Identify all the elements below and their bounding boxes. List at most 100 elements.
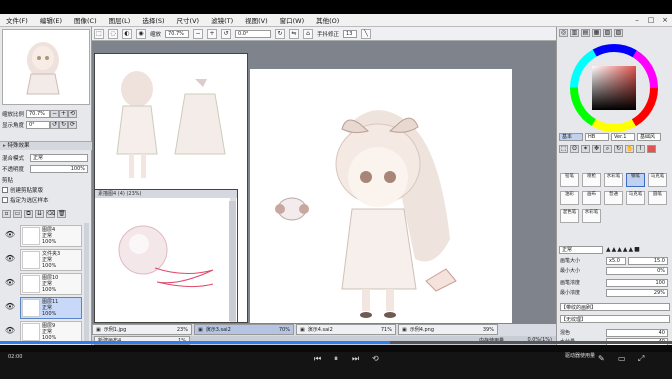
menu-item-1[interactable]: 编辑(E)	[34, 15, 68, 25]
angle-field[interactable]: 0.0°	[235, 29, 272, 38]
copy-layer-icon[interactable]: ⧉	[24, 209, 33, 218]
invert-icon[interactable]: ◐	[122, 28, 132, 39]
screen-icon[interactable]: ▭	[618, 354, 626, 363]
rotate-right-button[interactable]: ↻	[59, 120, 68, 129]
maximize-icon[interactable]: □	[646, 15, 656, 25]
scratch-mode-icon[interactable]: ▨	[614, 29, 623, 37]
menu-item-6[interactable]: 滤镜(T)	[205, 15, 239, 25]
layer-item[interactable]: 图层11 正常 100%	[20, 297, 82, 319]
brush-size-mult[interactable]: x5.0	[606, 257, 626, 265]
document-tab[interactable]: ▣ 演示3.sai2 70%	[194, 324, 294, 335]
stabilizer-field[interactable]: 13	[343, 29, 358, 38]
layer-visibility-icon[interactable]: 👁	[4, 326, 16, 338]
new-folder-icon[interactable]: ▭	[13, 209, 22, 218]
prev-icon[interactable]: ⏮	[314, 354, 321, 364]
document-tab[interactable]: ▣ 示例4.png 39%	[398, 324, 498, 335]
rgb-mode-icon[interactable]: ▥	[570, 29, 579, 37]
brush-tool-6[interactable]: 画布	[582, 191, 601, 205]
rotate-tool-icon[interactable]: ↻	[614, 145, 623, 153]
blend-select[interactable]: 正常	[30, 153, 88, 162]
reset-view-icon[interactable]: ⌂	[303, 28, 314, 39]
brush-tip-shapes-icon[interactable]: ▲▲▲▲▲■	[606, 246, 641, 253]
layer-item[interactable]: 图层10 正常 100%	[20, 273, 82, 295]
navigator-preview[interactable]	[2, 29, 90, 105]
color-wheel-mode-icon[interactable]: ◎	[559, 29, 568, 37]
rotate-left-button[interactable]: ↺	[50, 120, 59, 129]
menu-item-2[interactable]: 图像(C)	[68, 15, 103, 25]
mix-slider[interactable]: 40	[606, 329, 668, 337]
opacity-slider[interactable]: 100%	[30, 164, 88, 173]
layer-item[interactable]: 图层9 正常 100%	[20, 321, 82, 343]
lasso-tool-icon[interactable]: ʘ	[570, 145, 579, 153]
edit-icon[interactable]: ✎	[598, 354, 605, 363]
layer-item[interactable]: 文件夹3 正常 100%	[20, 249, 82, 271]
canvas-area[interactable]: 素描图4 (4) (23%)	[92, 41, 556, 324]
canvas-vscroll[interactable]	[229, 201, 236, 321]
play-icon[interactable]: ⏸	[334, 354, 338, 364]
texture-select[interactable]: 【无纹理】	[560, 315, 670, 323]
brush-tool-1[interactable]: 喷枪	[582, 173, 601, 187]
document-tab[interactable]: ▣ 演示4.sai2 71%	[296, 324, 396, 335]
brush-tool-10[interactable]: 混色笔	[560, 209, 579, 223]
merge-layer-icon[interactable]: ⇊	[35, 209, 44, 218]
stroke-icon[interactable]: ╲	[361, 28, 372, 39]
brush-tool-0[interactable]: 铅笔	[560, 173, 579, 187]
menu-item-3[interactable]: 图层(L)	[103, 15, 137, 25]
sketch-document[interactable]: 素描图4 (4) (23%)	[94, 189, 238, 323]
brush-tool-2[interactable]: 水彩笔	[604, 173, 623, 187]
menu-item-4[interactable]: 选择(S)	[136, 15, 170, 25]
menu-item-7[interactable]: 视图(V)	[239, 15, 274, 25]
layer-visibility-icon[interactable]: 👁	[4, 230, 16, 242]
brush-tool-7[interactable]: 普通	[604, 191, 623, 205]
brush-tool-4[interactable]: 马克笔	[648, 173, 667, 187]
video-progress-bar[interactable]	[0, 341, 672, 344]
min-size-slider[interactable]: 0%	[606, 267, 668, 275]
brush-tool-9[interactable]: 圆笔	[648, 191, 667, 205]
rotate-cw-icon[interactable]: ↻	[275, 28, 286, 39]
next-icon[interactable]: ⏭	[352, 354, 359, 364]
layer-visibility-icon[interactable]: 👁	[4, 278, 16, 290]
brush-size-slider[interactable]: 15.0	[628, 257, 668, 265]
magic-wand-icon[interactable]: ✶	[581, 145, 590, 153]
menu-item-9[interactable]: 其他(O)	[310, 15, 345, 25]
fullscreen-icon[interactable]: ⤢	[638, 354, 644, 364]
brush-tool-3[interactable]: 钢笔	[626, 173, 645, 187]
menu-item-8[interactable]: 窗口(W)	[274, 15, 311, 25]
delete-layer-icon[interactable]: 🗑	[57, 209, 66, 218]
density-slider[interactable]: 100	[606, 279, 668, 287]
brush-blend-select[interactable]: 正常	[559, 245, 603, 254]
min-density-slider[interactable]: 29%	[606, 289, 668, 297]
zoom-plus-icon[interactable]: +	[207, 28, 218, 39]
nav-ratio-field[interactable]: 70.7%	[26, 109, 50, 118]
zoom-field[interactable]: 70.7%	[165, 29, 190, 38]
color-tab[interactable]: 基础风	[637, 133, 661, 141]
selection-sample-checkbox[interactable]	[2, 196, 8, 203]
flip-icon[interactable]: ⇋	[289, 28, 300, 39]
document-tab[interactable]: ▣ 示例1.jpg 23%	[92, 324, 192, 335]
hand-tool-icon[interactable]: ✋	[625, 145, 634, 153]
layer-visibility-icon[interactable]: 👁	[4, 254, 16, 266]
main-document[interactable]	[250, 69, 512, 323]
eyedropper-icon[interactable]: ⌇	[636, 145, 645, 153]
zoom-minus-icon[interactable]: −	[193, 28, 204, 39]
select-all-icon[interactable]: ⬚	[94, 28, 104, 39]
layer-item[interactable]: 图层4 正常 100%	[20, 225, 82, 247]
rotate-reset-button[interactable]: ⟳	[68, 120, 77, 129]
repeat-icon[interactable]: ⟲	[372, 354, 379, 363]
zoom-in-button[interactable]: +	[59, 109, 68, 118]
hsv-mode-icon[interactable]: ▤	[581, 29, 590, 37]
select-tool-icon[interactable]: ⬚	[559, 145, 568, 153]
deselect-icon[interactable]: ◌	[108, 28, 118, 39]
new-layer-icon[interactable]: ▫	[2, 209, 11, 218]
zoom-out-button[interactable]: −	[50, 109, 59, 118]
color-wheel[interactable]	[567, 41, 661, 135]
brush-tool-11[interactable]: 水彩笔	[582, 209, 601, 223]
move-tool-icon[interactable]: ✥	[592, 145, 601, 153]
effects-header[interactable]: ▸ 特殊效果	[0, 141, 92, 150]
brush-tool-8[interactable]: 马克笔	[626, 191, 645, 205]
minimize-icon[interactable]: –	[632, 15, 642, 25]
color-fg-icon[interactable]	[647, 145, 656, 153]
show-hide-icon[interactable]: ◉	[136, 28, 146, 39]
layer-visibility-icon[interactable]: 👁	[4, 302, 16, 314]
color-tab[interactable]: HB	[585, 133, 609, 141]
